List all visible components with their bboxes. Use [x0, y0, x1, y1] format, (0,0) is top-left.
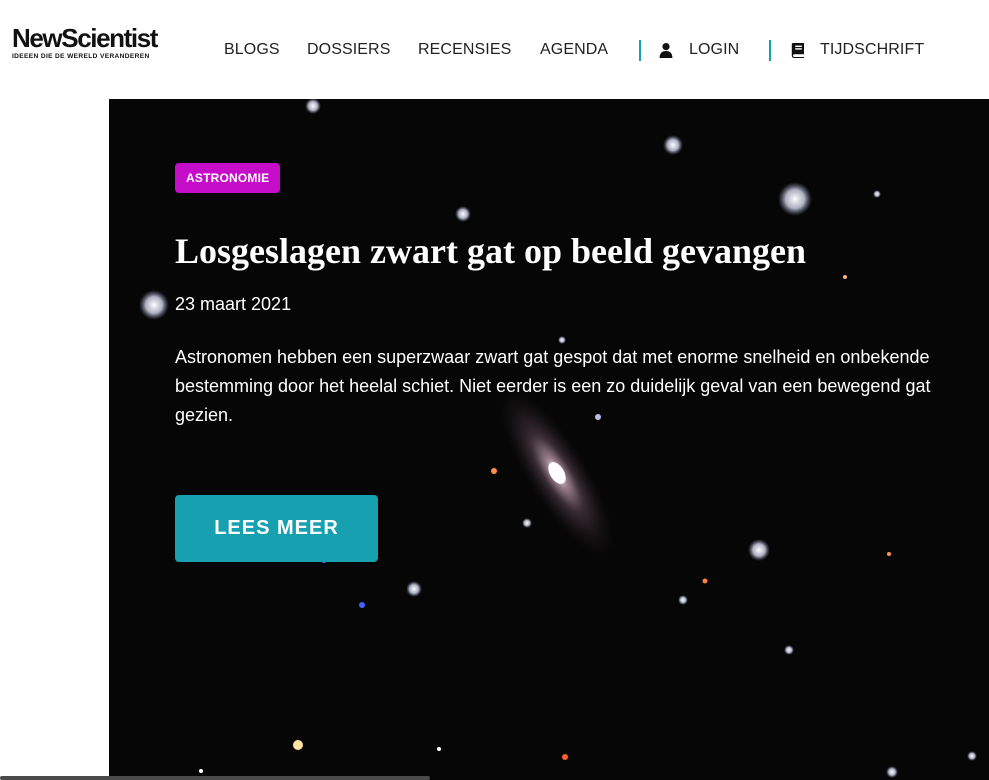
galaxy-starfield-image	[109, 99, 989, 780]
logo-tagline: IDEEEN DIE DE WERELD VERANDEREN	[12, 53, 150, 60]
nav-divider	[769, 40, 771, 61]
nav-blogs-link[interactable]: BLOGS	[224, 39, 280, 61]
article-date: 23 maart 2021	[175, 294, 292, 314]
nav-recensies-link[interactable]: RECENSIES	[418, 39, 511, 61]
nav-agenda-link[interactable]: AGENDA	[540, 39, 608, 61]
horizontal-scrollbar[interactable]	[0, 776, 430, 780]
nav-divider	[639, 40, 641, 61]
read-more-button[interactable]: LEES MEER	[175, 495, 378, 562]
site-header: NewScientist IDEEEN DIE DE WERELD VERAND…	[0, 0, 989, 99]
category-badge[interactable]: ASTRONOMIE	[175, 163, 281, 193]
article-title[interactable]: Losgeslagen zwart gat op beeld gevangen	[175, 229, 955, 273]
newscientist-logo[interactable]: NewScientist IDEEEN DIE DE WERELD VERAND…	[12, 24, 184, 64]
hero-banner: ASTRONOMIE Losgeslagen zwart gat op beel…	[109, 99, 989, 780]
logo-wordmark: NewScientist	[12, 23, 158, 53]
login-link[interactable]: LOGIN	[689, 39, 739, 61]
book-icon[interactable]	[790, 42, 806, 58]
nav-dossiers-link[interactable]: DOSSIERS	[307, 39, 391, 61]
user-icon[interactable]	[658, 42, 674, 58]
article-summary: Astronomen hebben een superzwaar zwart g…	[175, 347, 931, 425]
magazine-link[interactable]: TIJDSCHRIFT	[820, 39, 924, 61]
